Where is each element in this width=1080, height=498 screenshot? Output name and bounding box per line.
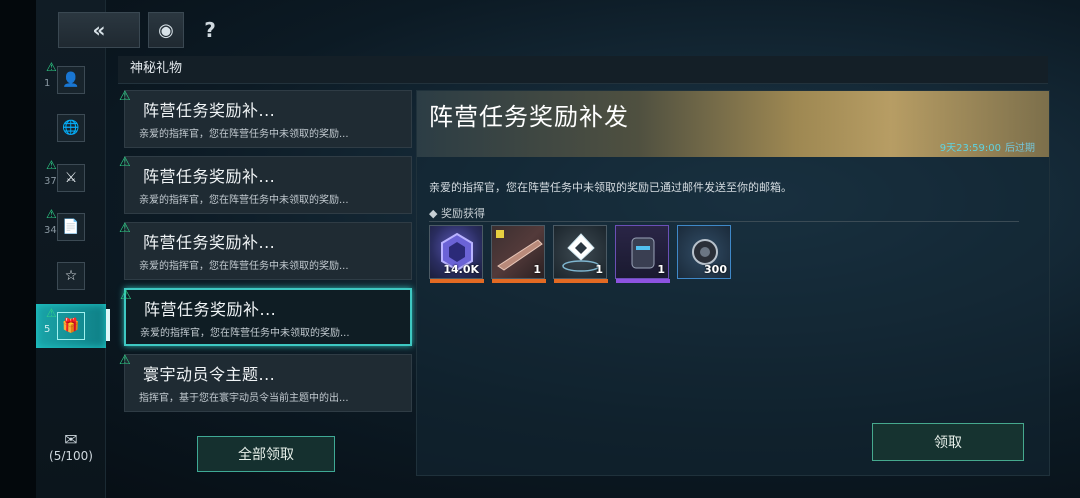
alert-icon: ⚠	[119, 353, 131, 368]
alert-icon: ⚠	[119, 89, 131, 104]
nav-item-reports[interactable]: ⚠ 34 📄	[36, 205, 106, 249]
alert-icon: ⚠	[120, 288, 132, 303]
detail-title: 阵营任务奖励补发	[429, 103, 629, 131]
document-icon: 📄	[57, 213, 85, 241]
message-title: 阵营任务奖励补...	[143, 101, 276, 120]
message-title: 阵营任务奖励补...	[143, 167, 276, 186]
star-icon: ☆	[57, 262, 85, 290]
detail-header: 阵营任务奖励补发 9天23:59:00 后过期	[417, 91, 1049, 157]
reward-item[interactable]: 1	[615, 225, 670, 283]
back-button[interactable]: «	[58, 12, 140, 48]
list-item[interactable]: ⚠ 阵营任务奖励补... 亲爱的指挥官，您在阵营任务中未领取的奖励...	[119, 155, 412, 214]
reward-item[interactable]: 1	[553, 225, 608, 283]
message-preview: 亲爱的指挥官，您在阵营任务中未领取的奖励...	[139, 129, 349, 140]
rarity-bar	[492, 279, 546, 283]
nav-item-favorites[interactable]: ☆	[36, 254, 106, 298]
reward-quantity: 1	[657, 263, 665, 276]
message-title: 阵营任务奖励补...	[144, 300, 277, 319]
message-preview: 指挥官，基于您在寰宇动员令当前主题中的出...	[139, 393, 349, 404]
message-preview: 亲爱的指挥官，您在阵营任务中未领取的奖励...	[139, 195, 349, 206]
user-icon: 👤	[57, 66, 85, 94]
globe-icon: 🌐	[57, 114, 85, 142]
alert-icon: ⚠	[46, 306, 57, 320]
rarity-bar	[430, 279, 484, 283]
nav-count: 34	[44, 225, 57, 236]
alert-icon: ⚠	[46, 158, 57, 172]
reward-quantity: 300	[704, 263, 727, 276]
alert-icon: ⚠	[119, 221, 131, 236]
reward-item[interactable]: 300	[677, 225, 731, 279]
nav-item-gifts[interactable]: ⚠ 5 🎁	[36, 304, 106, 348]
reward-item[interactable]: 1	[491, 225, 546, 283]
alert-icon: ⚠	[46, 60, 57, 74]
message-preview: 亲爱的指挥官，您在阵营任务中未领取的奖励...	[140, 328, 350, 339]
rarity-bar	[616, 279, 670, 283]
nav-count: 1	[44, 78, 51, 89]
claim-all-button[interactable]: 全部领取	[197, 436, 335, 472]
nav-item-battle[interactable]: ⚠ 37 ⚔	[36, 156, 106, 200]
gift-icon: 🎁	[57, 312, 85, 340]
message-title: 阵营任务奖励补...	[143, 233, 276, 252]
screen-left-edge	[0, 0, 36, 498]
record-icon: ◉	[158, 19, 174, 41]
rarity-bar	[554, 279, 608, 283]
reward-quantity: 1	[595, 263, 603, 276]
nav-count: 37	[44, 176, 57, 187]
alert-icon: ⚠	[46, 207, 57, 221]
section-title: 神秘礼物	[118, 56, 1048, 84]
mail-count: (5/100)	[49, 449, 93, 463]
message-title: 寰宇动员令主题...	[143, 365, 276, 384]
expiry-timer: 9天23:59:00 后过期	[940, 139, 1035, 154]
alert-icon: ⚠	[119, 155, 131, 170]
detail-message: 亲爱的指挥官，您在阵营任务中未领取的奖励已通过邮件发送至你的邮箱。	[429, 181, 792, 194]
expiry-time: 9天23:59:00	[939, 143, 1001, 154]
message-preview: 亲爱的指挥官，您在阵营任务中未领取的奖励...	[139, 261, 349, 272]
reward-header: ◆ 奖励获得	[429, 207, 485, 220]
list-item[interactable]: ⚠ 阵营任务奖励补... 亲爱的指挥官，您在阵营任务中未领取的奖励...	[119, 89, 412, 148]
nav-item-personal[interactable]: ⚠ 1 👤	[36, 58, 106, 102]
crossed-swords-icon: ⚔	[57, 164, 85, 192]
divider	[429, 221, 1019, 222]
double-chevron-left-icon: «	[92, 18, 106, 42]
claim-button[interactable]: 领取	[872, 423, 1024, 461]
help-button[interactable]: ?	[192, 12, 228, 48]
reward-quantity: 1	[533, 263, 541, 276]
expiry-label: 后过期	[1005, 143, 1035, 154]
list-item[interactable]: ⚠ 阵营任务奖励补... 亲爱的指挥官，您在阵营任务中未领取的奖励...	[119, 221, 412, 280]
question-mark-icon: ?	[204, 18, 216, 42]
list-item[interactable]: ⚠ 寰宇动员令主题... 指挥官，基于您在寰宇动员令当前主题中的出...	[119, 353, 412, 412]
nav-item-world[interactable]: 🌐	[36, 106, 106, 150]
active-tab-marker	[106, 309, 110, 341]
message-list: ⚠ 阵营任务奖励补... 亲爱的指挥官，您在阵营任务中未领取的奖励... ⚠ 阵…	[112, 89, 412, 476]
reward-quantity: 14.0K	[443, 263, 479, 276]
list-item-selected[interactable]: ⚠ 阵营任务奖励补... 亲爱的指挥官，您在阵营任务中未领取的奖励...	[120, 288, 412, 346]
reward-item[interactable]: 14.0K	[429, 225, 484, 283]
mail-icon: ✉	[64, 430, 78, 449]
message-detail: 阵营任务奖励补发 9天23:59:00 后过期 亲爱的指挥官，您在阵营任务中未领取…	[416, 90, 1050, 476]
record-button[interactable]: ◉	[148, 12, 184, 48]
nav-count: 5	[44, 324, 51, 335]
mailbox-capacity[interactable]: ✉ (5/100)	[36, 430, 106, 463]
